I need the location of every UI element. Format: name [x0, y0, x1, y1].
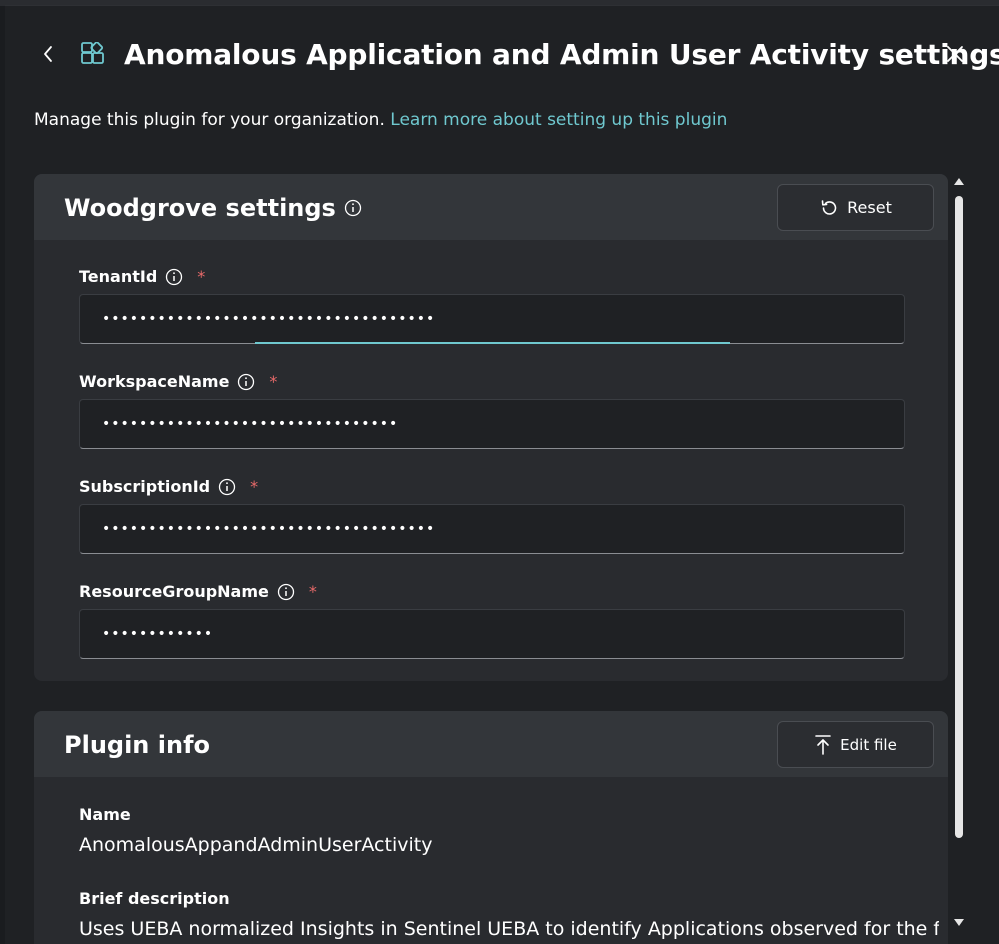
info-icon[interactable]: [344, 199, 362, 217]
edit-file-button[interactable]: Edit file: [777, 721, 934, 768]
settings-card-title-text: Woodgrove settings: [64, 194, 336, 222]
scroll-down-arrow[interactable]: [954, 919, 964, 926]
name-label: Name: [79, 805, 131, 824]
intro-text: Manage this plugin for your organization…: [34, 110, 385, 130]
learn-more-link[interactable]: Learn more about setting up this plugin: [390, 110, 727, 130]
workspace-name-input[interactable]: [80, 400, 904, 448]
info-icon[interactable]: [165, 268, 183, 286]
info-icon[interactable]: [277, 583, 295, 601]
upload-icon: [815, 734, 831, 755]
settings-card-header: Woodgrove settings Reset: [34, 174, 948, 240]
plugin-info-title: Plugin info: [64, 731, 210, 759]
workspace-name-label: WorkspaceName *: [79, 372, 277, 391]
tenant-id-label-text: TenantId: [79, 267, 158, 286]
resource-group-name-label-text: ResourceGroupName: [79, 582, 269, 601]
tenant-id-label: TenantId *: [79, 267, 205, 286]
close-button[interactable]: [941, 40, 969, 68]
plugin-info-header: Plugin info Edit file: [34, 711, 948, 777]
scroll-up-arrow[interactable]: [954, 178, 964, 185]
scroll-thumb[interactable]: [955, 196, 963, 838]
settings-card: Woodgrove settings Reset TenantId * ••••…: [34, 174, 948, 681]
subscription-id-label-text: SubscriptionId: [79, 477, 211, 496]
intro-row: Manage this plugin for your organization…: [34, 110, 727, 130]
back-button[interactable]: [36, 40, 60, 68]
tenant-id-input[interactable]: [80, 295, 904, 343]
brief-description-label: Brief description: [79, 889, 230, 908]
resource-group-name-input[interactable]: [80, 610, 904, 658]
resource-group-name-field[interactable]: [79, 609, 905, 659]
brief-description-value: Uses UEBA normalized Insights in Sentine…: [79, 918, 939, 940]
settings-card-title: Woodgrove settings: [64, 194, 362, 222]
resource-group-name-label: ResourceGroupName *: [79, 582, 317, 601]
plugin-info-card: Plugin info Edit file Name AnomalousAppa…: [34, 711, 948, 944]
required-marker: *: [308, 582, 317, 601]
subscription-id-label: SubscriptionId *: [79, 477, 258, 496]
edit-file-label: Edit file: [840, 735, 897, 754]
required-marker: *: [250, 477, 259, 496]
workspace-name-label-text: WorkspaceName: [79, 372, 230, 391]
info-icon[interactable]: [237, 373, 255, 391]
required-marker: *: [197, 267, 206, 286]
focus-indicator: [255, 342, 730, 344]
subscription-id-input[interactable]: [80, 505, 904, 553]
tenant-id-field[interactable]: [79, 294, 905, 344]
name-value: AnomalousAppandAdminUserActivity: [79, 834, 433, 856]
reset-label: Reset: [847, 198, 892, 217]
subscription-id-field[interactable]: [79, 504, 905, 554]
info-icon[interactable]: [218, 478, 236, 496]
reset-icon: [821, 199, 837, 215]
required-marker: *: [269, 372, 278, 391]
workspace-name-field[interactable]: [79, 399, 905, 449]
close-icon: [947, 46, 963, 62]
scrollbar[interactable]: [952, 176, 966, 936]
chevron-left-icon: [44, 46, 52, 62]
page-title: Anomalous Application and Admin User Act…: [124, 38, 999, 71]
reset-button[interactable]: Reset: [777, 184, 934, 231]
plugin-grid-icon: [81, 42, 104, 64]
